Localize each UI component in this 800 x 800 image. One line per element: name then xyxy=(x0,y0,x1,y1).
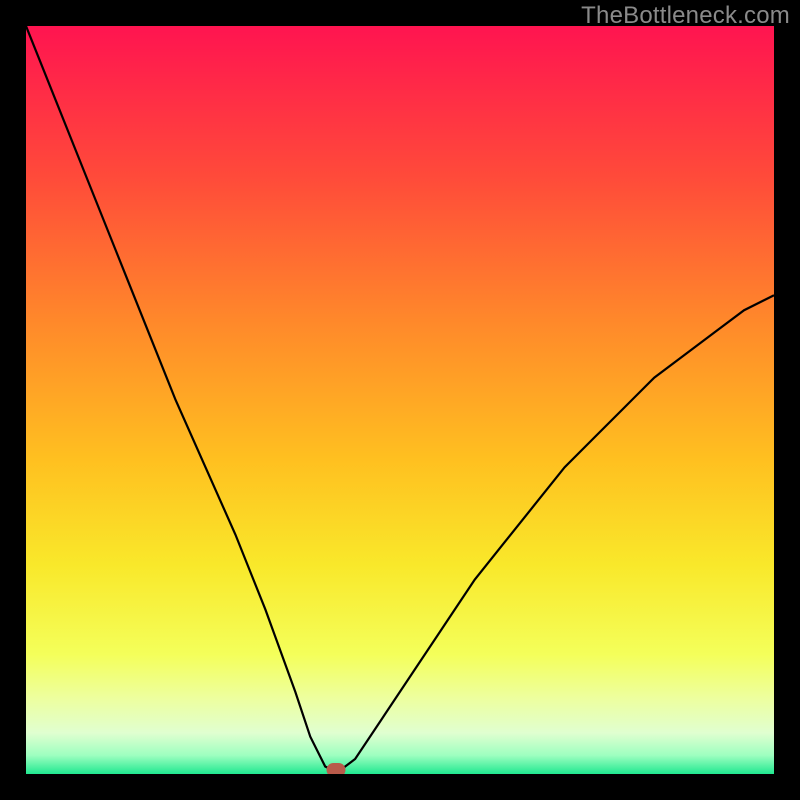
bottleneck-curve xyxy=(26,26,774,774)
chart-frame: TheBottleneck.com xyxy=(0,0,800,800)
watermark-text: TheBottleneck.com xyxy=(581,2,790,30)
plot-area xyxy=(26,26,774,774)
optimal-point-marker xyxy=(327,763,346,774)
